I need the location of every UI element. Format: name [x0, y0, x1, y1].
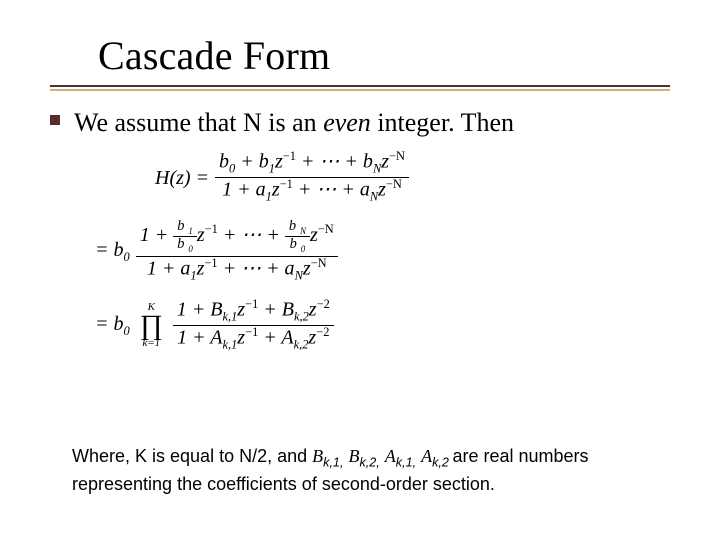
sup: −N — [318, 222, 334, 236]
txt: b — [175, 236, 186, 252]
eq3-denominator: 1 + Ak,1z−1 + Ak,2z−2 — [173, 326, 333, 353]
txt: z — [303, 257, 311, 279]
eq1-fraction: b0 + b1z−1 + ⋯ + bNz−N 1 + a1z−1 + ⋯ + a… — [215, 150, 409, 205]
txt: + b — [235, 151, 269, 173]
txt: z — [237, 327, 245, 349]
eq1-denominator: 1 + a1z−1 + ⋯ + aNz−N — [218, 178, 406, 205]
txt: 1 + a — [147, 257, 191, 279]
sub: k,1 — [222, 310, 237, 324]
txt: b — [288, 236, 299, 252]
txt: + ⋯ + — [218, 224, 285, 246]
sup: −N — [389, 149, 405, 163]
txt: + A — [258, 327, 293, 349]
txt: Where, K is equal to N/2, and — [72, 446, 312, 466]
sub: 0 — [124, 324, 130, 338]
title-rule — [50, 85, 670, 91]
prod-bot: k=1 — [142, 338, 160, 349]
sub: 0 — [124, 250, 130, 264]
lead-suffix: integer. Then — [371, 108, 514, 137]
eq2-denominator: 1 + a1z−1 + ⋯ + aNz−N — [143, 257, 331, 284]
txt: z — [272, 179, 280, 201]
txt: 1 + B — [177, 299, 223, 321]
txt: 1 + a — [222, 179, 266, 201]
sub: N — [295, 268, 303, 282]
txt: z — [310, 224, 318, 246]
footer-text: Where, K is equal to N/2, and Bk,1, Bk,2… — [72, 444, 660, 496]
sub: 1 — [186, 226, 194, 236]
eq2-numerator: 1 + b1b0z−1 + ⋯ + bNb0z−N — [136, 219, 338, 256]
equation-block: H(z) = b0 + b1z−1 + ⋯ + bNz−N 1 + a1z−1 … — [155, 150, 670, 353]
sub: 0 — [186, 244, 194, 254]
sub: k,1, — [323, 456, 343, 470]
title-wrap: Cascade Form — [98, 32, 670, 79]
sub: k,1 — [222, 338, 237, 352]
sup: −1 — [283, 149, 296, 163]
slide: Cascade Form We assume that N is an even… — [0, 0, 720, 540]
txt: z — [378, 179, 386, 201]
txt: b — [287, 218, 298, 234]
sup: −N — [386, 177, 402, 191]
sub: N — [298, 226, 308, 236]
sup: −1 — [245, 297, 258, 311]
txt: z — [197, 224, 205, 246]
equation-3: = b0 K ∏ k=1 1 + Bk,1z−1 + Bk,2z−2 1 + A… — [95, 298, 670, 353]
txt: + ⋯ + b — [296, 151, 373, 173]
sup: −2 — [316, 325, 329, 339]
sup: −1 — [204, 256, 217, 270]
coef-A1: A — [385, 446, 396, 466]
eq2-lhs: = b0 — [95, 240, 130, 263]
txt: + B — [258, 299, 294, 321]
sup: −2 — [317, 297, 330, 311]
txt: z — [275, 151, 283, 173]
equation-1: H(z) = b0 + b1z−1 + ⋯ + bNz−N 1 + a1z−1 … — [155, 150, 670, 205]
sup: −N — [311, 256, 327, 270]
coef-A2: A — [421, 446, 432, 466]
txt: 1 + A — [177, 327, 222, 349]
sub: k,2 — [294, 338, 309, 352]
sup: −1 — [205, 222, 218, 236]
eq3-fraction: 1 + Bk,1z−1 + Bk,2z−2 1 + Ak,1z−1 + Ak,2… — [173, 298, 334, 353]
txt: + ⋯ + a — [293, 179, 370, 201]
eq3-numerator: 1 + Bk,1z−1 + Bk,2z−2 — [173, 298, 334, 325]
product-icon: K ∏ k=1 — [140, 302, 163, 349]
lead-text: We assume that N is an even integer. The… — [74, 105, 514, 140]
sub: k,1, — [396, 456, 416, 470]
sub: k,2, — [359, 456, 379, 470]
sub: k,2 — [432, 456, 452, 470]
sub: N — [373, 162, 381, 176]
lead-even: even — [323, 108, 371, 137]
txt: + ⋯ + a — [218, 257, 295, 279]
sup: −1 — [280, 177, 293, 191]
equation-2: = b0 1 + b1b0z−1 + ⋯ + bNb0z−N 1 + a1z−1… — [95, 219, 670, 284]
sub: N — [370, 190, 378, 204]
txt: z — [237, 299, 245, 321]
square-bullet-icon — [50, 115, 60, 125]
coef-B2: B — [348, 446, 359, 466]
prod-symbol: ∏ — [140, 313, 163, 338]
lead-prefix: We assume that N is an — [74, 108, 323, 137]
coef-B1: B — [312, 446, 323, 466]
sub: 0 — [299, 244, 307, 254]
smallfrac-1: b1b0 — [173, 219, 197, 254]
txt: b — [219, 151, 229, 173]
smallfrac-2: bNb0 — [285, 219, 310, 254]
eq1-numerator: b0 + b1z−1 + ⋯ + bNz−N — [215, 150, 409, 177]
eq3-lhs: = b0 — [95, 314, 130, 337]
txt: z — [381, 151, 389, 173]
txt: z — [309, 299, 317, 321]
page-title: Cascade Form — [98, 32, 670, 79]
txt: 1 + — [140, 224, 174, 246]
eq2-fraction: 1 + b1b0z−1 + ⋯ + bNb0z−N 1 + a1z−1 + ⋯ … — [136, 219, 338, 284]
txt: b — [175, 218, 186, 234]
sup: −1 — [245, 325, 258, 339]
bullet-row: We assume that N is an even integer. The… — [50, 105, 670, 140]
txt: = b — [95, 313, 124, 335]
eq1-lhs: H(z) = — [155, 168, 209, 188]
sub: k,2 — [294, 310, 309, 324]
txt: = b — [95, 239, 124, 261]
